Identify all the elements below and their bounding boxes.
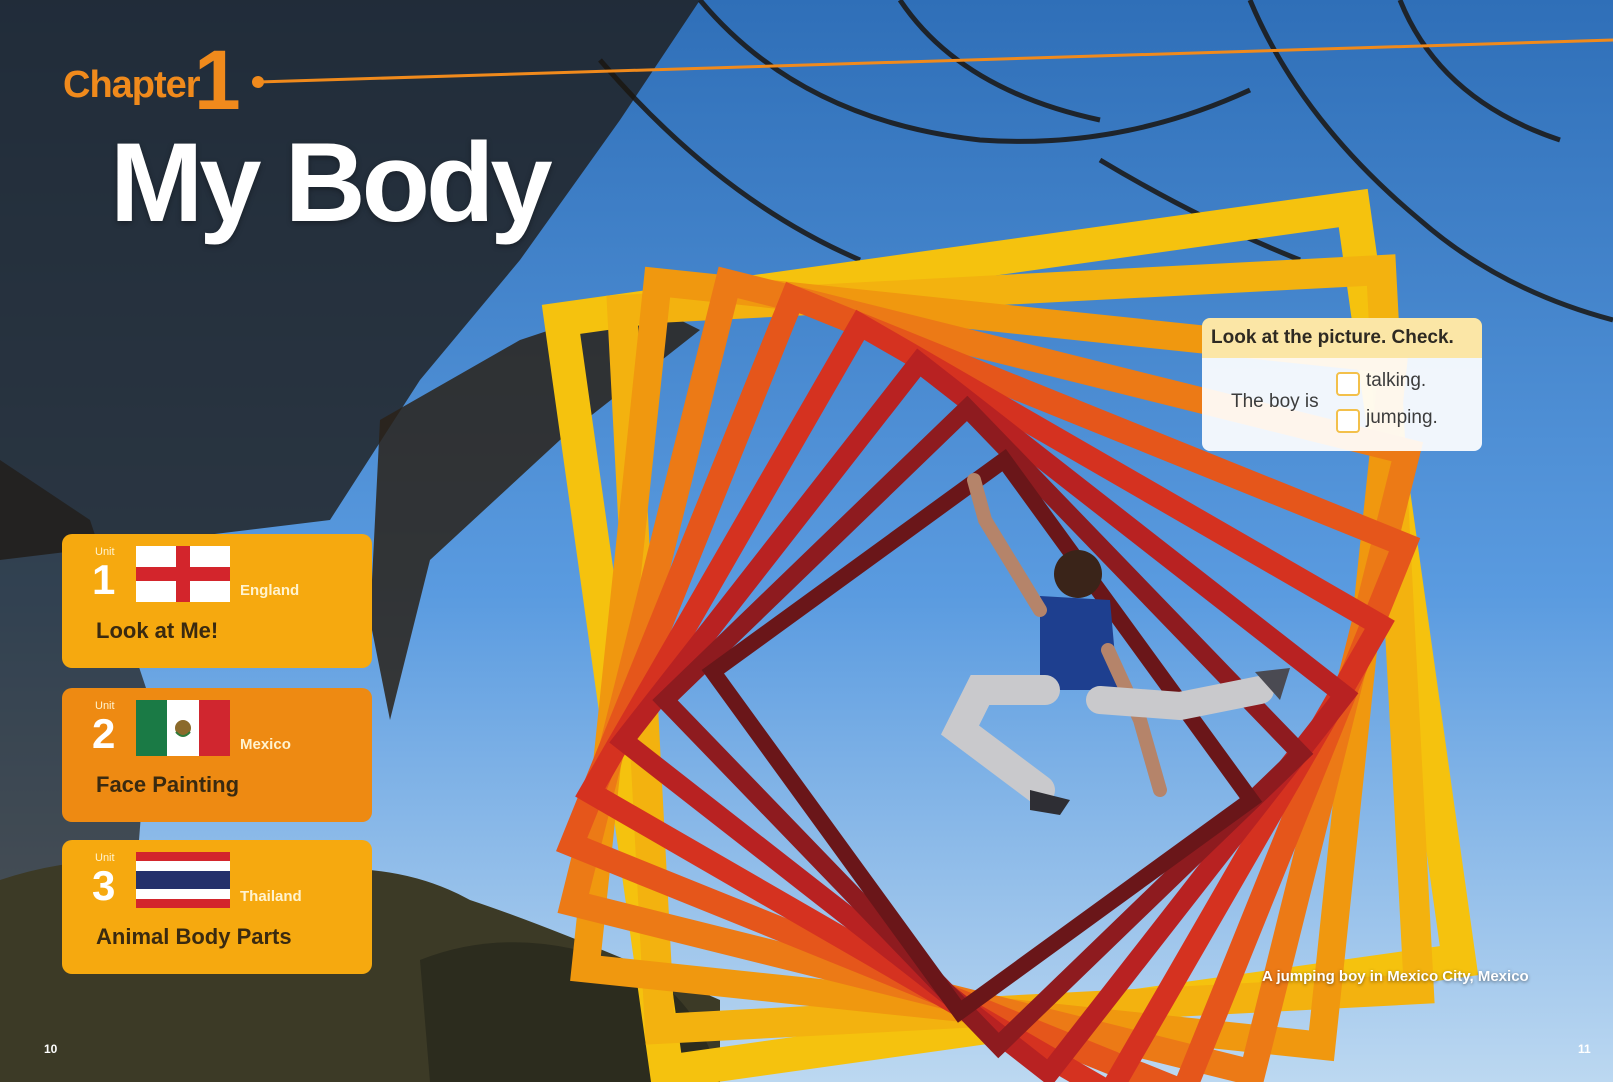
chapter-number: 1 (194, 33, 241, 127)
option-talking[interactable]: talking. (1336, 370, 1466, 396)
thailand-flag-icon (136, 852, 230, 908)
unit-country: Thailand (240, 888, 302, 905)
unit-number: 2 (92, 710, 116, 757)
photo-caption: A jumping boy in Mexico City, Mexico (1262, 968, 1529, 985)
activity-body: The boy is talking. jumping. (1202, 358, 1482, 451)
unit-title: Look at Me! (96, 618, 219, 643)
unit-title: Animal Body Parts (96, 924, 292, 949)
unit-number: 1 (92, 556, 116, 603)
unit-card-2[interactable]: Unit 2 Mexico Face Painting (62, 688, 372, 822)
unit-card-3[interactable]: Unit 3 Thailand Animal Body Parts (62, 840, 372, 974)
activity-stem: The boy is (1231, 391, 1319, 412)
page-number-right: 11 (1578, 1042, 1591, 1056)
england-flag-icon (136, 546, 230, 602)
chapter-title: My Body (110, 120, 553, 245)
option-label: talking. (1366, 370, 1427, 391)
textbook-spread: Chapter 1 My Body Unit 1 England Look at… (0, 0, 1613, 1082)
activity-header: Look at the picture. Check. (1202, 318, 1482, 358)
mexico-flag-icon (136, 700, 230, 756)
unit-number: 3 (92, 862, 116, 909)
activity-instruction: Look at the picture. Check. (1211, 327, 1454, 348)
option-jumping[interactable]: jumping. (1336, 407, 1466, 433)
checkbox[interactable] (1336, 409, 1360, 433)
unit-country: Mexico (240, 736, 291, 753)
activity-box: Look at the picture. Check. The boy is t… (1202, 318, 1482, 451)
chapter-label: Chapter (63, 64, 201, 106)
checkbox[interactable] (1336, 372, 1360, 396)
page-number-left: 10 (44, 1042, 58, 1056)
unit-title: Face Painting (96, 772, 240, 797)
unit-card-1[interactable]: Unit 1 England Look at Me! (62, 534, 372, 668)
option-label: jumping. (1366, 407, 1438, 428)
unit-country: England (240, 582, 300, 599)
